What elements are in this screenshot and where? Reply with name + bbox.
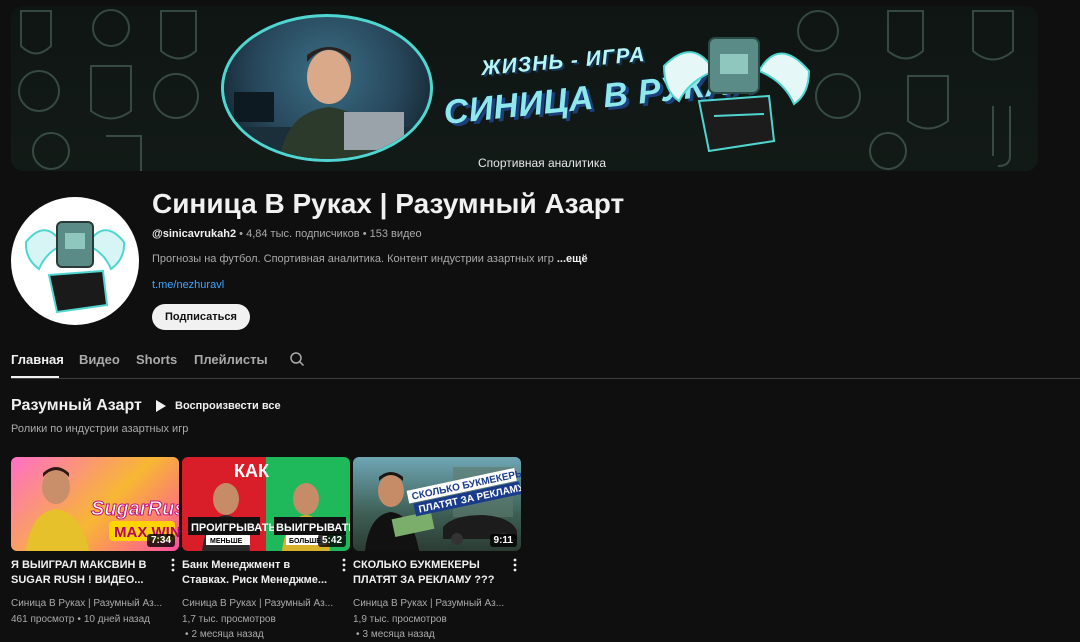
video-channel[interactable]: Синица В Руках | Разумный Аз... — [353, 598, 504, 609]
play-icon — [156, 400, 166, 412]
channel-avatar[interactable] — [11, 197, 139, 325]
section-subtitle: Ролики по индустрии азартных игр — [11, 423, 189, 435]
mascot-logo — [662, 37, 811, 153]
more-options-icon[interactable] — [168, 558, 178, 572]
video-channel[interactable]: Синица В Руках | Разумный Аз... — [182, 598, 333, 609]
thumb-text: КАК — [234, 461, 270, 481]
video-views: 1,7 тыс. просмотров — [182, 614, 276, 625]
description-text: Прогнозы на футбол. Спортивная аналитика… — [152, 253, 554, 265]
video-card[interactable]: СКОЛЬКО БУКМЕКЕРЫ ПЛАТЯТ ЗА РЕКЛАМУ 9:11… — [353, 457, 523, 640]
more-options-icon[interactable] — [339, 558, 349, 572]
thumb-text: SugarRush — [91, 498, 179, 520]
active-tab-indicator — [11, 376, 59, 378]
stats-separator: • — [356, 629, 360, 640]
video-thumbnail[interactable]: КАК ПРОИГРЫВАТЬ МЕНЬШЕ ВЫИГРЫВАТЬ БОЛЬШЕ… — [182, 457, 350, 551]
video-duration: 5:42 — [317, 534, 346, 547]
video-duration: 7:34 — [146, 534, 175, 547]
video-title[interactable]: Банк Менеджмент в Ставках. Риск Менеджме… — [182, 558, 332, 588]
video-duration: 9:11 — [489, 534, 517, 547]
banner-subtitle: Спортивная аналитика — [478, 156, 607, 170]
video-card[interactable]: КАК ПРОИГРЫВАТЬ МЕНЬШЕ ВЫИГРЫВАТЬ БОЛЬШЕ… — [182, 457, 352, 640]
thumb-text: МЕНЬШЕ — [210, 538, 243, 545]
tab-videos[interactable]: Видео — [79, 352, 120, 367]
play-all-button[interactable]: Воспроизвести все — [155, 399, 281, 413]
stats-separator: • — [77, 614, 81, 625]
video-views: 1,9 тыс. просмотров — [353, 614, 447, 625]
channel-handle: @sinicavrukah2 — [152, 228, 237, 240]
channel-external-link[interactable]: t.me/nezhuravl — [152, 279, 224, 291]
video-date: 2 месяца назад — [191, 629, 264, 640]
channel-name: Синица В Руках | Разумный Азарт — [152, 188, 625, 219]
club-logos-left — [18, 9, 199, 171]
play-all-label: Воспроизвести все — [175, 400, 281, 412]
video-channel[interactable]: Синица В Руках | Разумный Аз... — [11, 598, 162, 609]
tab-shorts[interactable]: Shorts — [136, 352, 177, 367]
video-stats: 1,9 тыс. просмотров • 3 месяца назад — [353, 612, 513, 642]
video-thumbnail[interactable]: СКОЛЬКО БУКМЕКЕРЫ ПЛАТЯТ ЗА РЕКЛАМУ 9:11 — [353, 457, 521, 551]
tab-home[interactable]: Главная — [11, 352, 64, 367]
thumb-text: ВЫИГРЫВАТЬ — [276, 522, 350, 534]
channel-tabs: Главная Видео Shorts Плейлисты — [11, 340, 1080, 379]
video-date: 3 месяца назад — [362, 629, 435, 640]
meta-separator: • — [239, 228, 244, 240]
video-count: 153 видео — [369, 228, 422, 240]
video-title[interactable]: СКОЛЬКО БУКМЕКЕРЫ ПЛАТЯТ ЗА РЕКЛАМУ ??? — [353, 558, 503, 588]
video-stats: 461 просмотр • 10 дней назад — [11, 612, 171, 627]
meta-separator: • — [362, 228, 367, 240]
channel-banner: ЖИЗНЬ - ИГРА СИНИЦА В РУКАХ Спортивная а… — [11, 6, 1038, 171]
channel-description[interactable]: Прогнозы на футбол. Спортивная аналитика… — [152, 253, 588, 265]
more-options-icon[interactable] — [510, 558, 520, 572]
description-more-link[interactable]: ...ещё — [557, 253, 588, 265]
thumb-text: БОЛЬШЕ — [289, 538, 321, 545]
tab-playlists[interactable]: Плейлисты — [194, 352, 268, 367]
subscriber-count: 4,84 тыс. подписчиков — [246, 228, 360, 240]
video-stats: 1,7 тыс. просмотров • 2 месяца назад — [182, 612, 342, 642]
stats-separator: • — [185, 629, 189, 640]
search-icon[interactable] — [289, 351, 305, 367]
video-card[interactable]: SugarRush MAX WIN 7:34 Я ВЫИГРАЛ МАКСВИН… — [11, 457, 181, 625]
video-title[interactable]: Я ВЫИГРАЛ МАКСВИН В SUGAR RUSH ! ВИДЕО..… — [11, 558, 161, 588]
channel-meta: @sinicavrukah2 • 4,84 тыс. подписчиков •… — [152, 228, 422, 240]
video-thumbnail[interactable]: SugarRush MAX WIN 7:34 — [11, 457, 179, 551]
banner-host-photo — [221, 14, 433, 162]
thumb-text: ПРОИГРЫВАТЬ — [191, 522, 276, 534]
subscribe-button[interactable]: Подписаться — [152, 304, 250, 330]
video-views: 461 просмотр — [11, 614, 75, 625]
video-date: 10 дней назад — [83, 614, 151, 625]
section-title[interactable]: Разумный Азарт — [11, 397, 142, 415]
